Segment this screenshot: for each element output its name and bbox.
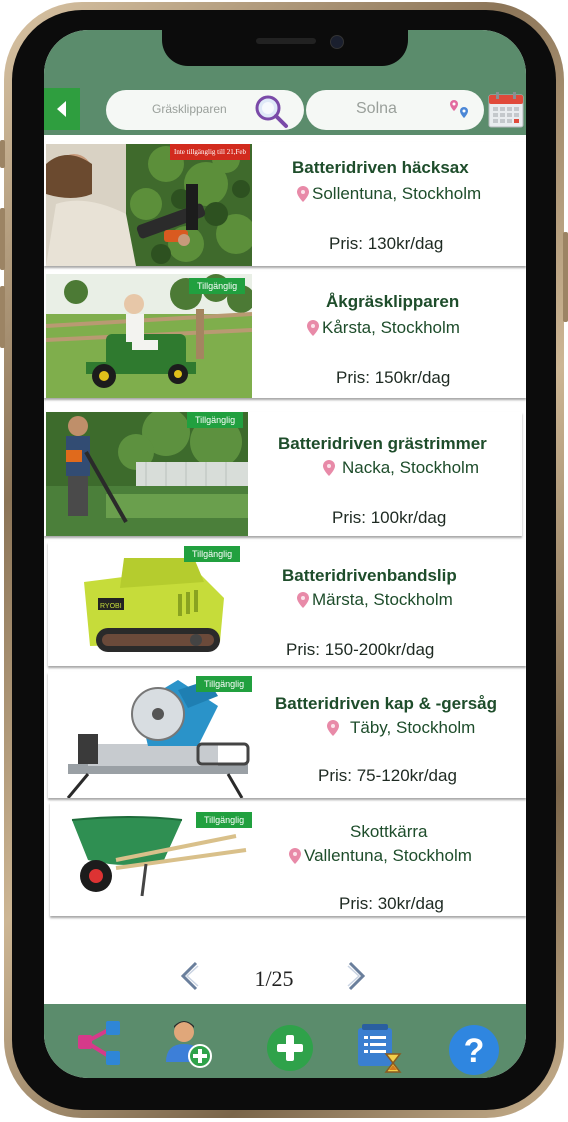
add-user-icon[interactable]	[164, 1018, 214, 1068]
availability-badge: Tillgänglig	[184, 546, 241, 562]
svg-text:RYOBI: RYOBI	[100, 603, 122, 610]
availability-badge: Tillgänglig	[187, 412, 244, 428]
listing-title[interactable]: Batteridrivenbandslip	[282, 566, 457, 586]
back-button[interactable]	[44, 88, 80, 130]
share-icon[interactable]	[76, 1020, 122, 1066]
listing-location-text: Sollentuna, Stockholm	[312, 184, 482, 203]
magnifier-icon[interactable]	[254, 94, 290, 130]
availability-badge: Inte tillgänglig till 21,Feb	[170, 144, 250, 160]
listing-location-text: Täby, Stockholm	[350, 718, 476, 737]
listing-location: Täby, Stockholm	[326, 718, 475, 738]
listing-image	[48, 674, 254, 798]
availability-badge: Tillgänglig	[196, 812, 253, 828]
chevron-right-icon[interactable]	[344, 960, 368, 992]
listing-card[interactable]: Tillgänglig Batteridriven kap & -gersåg …	[48, 672, 526, 798]
listing-title[interactable]: Batteridriven kap & -gersåg	[275, 694, 497, 714]
volume-up-button	[0, 208, 5, 270]
listing-card[interactable]: Tillgänglig Åkgräsklipparen Kårsta, Stoc…	[44, 272, 526, 398]
listing-title[interactable]: Åkgräsklipparen	[326, 292, 459, 312]
calendar-icon[interactable]	[488, 92, 524, 128]
listing-image	[46, 412, 248, 536]
listing-price: Pris: 150-200kr/dag	[286, 640, 435, 659]
listing-location: Nacka, Stockholm	[322, 458, 479, 478]
map-pin-icon	[297, 186, 309, 202]
volume-down-button	[0, 286, 5, 348]
listing-title[interactable]: Batteridriven häcksax	[292, 158, 469, 178]
pagination: 1/25	[44, 952, 526, 1012]
listing-title[interactable]: Skottkärra	[350, 822, 427, 842]
listing-location: Vallentuna, Stockholm	[288, 846, 472, 866]
bottom-nav: ?	[44, 1004, 526, 1078]
mute-switch	[0, 140, 5, 168]
map-pin-icon	[297, 592, 309, 608]
listing-location-text: Kårsta, Stockholm	[322, 318, 460, 337]
listing-location-text: Nacka, Stockholm	[342, 458, 479, 477]
arrow-left-icon	[57, 101, 66, 117]
availability-badge: Tillgänglig	[189, 278, 246, 294]
listing-card[interactable]: RYOBI Tillgänglig Batteridrivenbandslip …	[48, 542, 526, 666]
listing-card[interactable]: Tillgänglig Batteridriven grästrimmer Na…	[44, 412, 522, 536]
map-pins-icon	[450, 100, 468, 118]
listing-location: Sollentuna, Stockholm	[296, 184, 481, 204]
chevron-left-icon[interactable]	[178, 960, 202, 992]
listing-card[interactable]: Inte tillgänglig till 21,Feb Batteridriv…	[44, 142, 526, 266]
list-hourglass-icon[interactable]	[356, 1024, 404, 1074]
plus-icon[interactable]	[266, 1024, 314, 1072]
listing-card[interactable]: Tillgänglig Skottkärra Vallentuna, Stock…	[50, 802, 526, 916]
location-field[interactable]: Solna	[306, 90, 484, 130]
app-screen: Gräsklipparen Solna Inte tillgänglig til…	[44, 30, 526, 1078]
listing-location-text: Vallentuna, Stockholm	[304, 846, 472, 865]
listing-location: Kårsta, Stockholm	[306, 318, 460, 338]
speaker-grille	[256, 38, 316, 44]
search-field[interactable]: Gräsklipparen	[106, 90, 304, 130]
listing-image	[46, 144, 252, 266]
location-input[interactable]: Solna	[356, 100, 397, 118]
phone-notch	[162, 30, 408, 66]
listing-location: Märsta, Stockholm	[296, 590, 453, 610]
listing-price: Pris: 130kr/dag	[329, 234, 444, 253]
question-icon[interactable]: ?	[448, 1024, 500, 1076]
listing-price: Pris: 150kr/dag	[336, 368, 451, 387]
listing-location-text: Märsta, Stockholm	[312, 590, 453, 609]
svg-text:?: ?	[464, 1032, 485, 1070]
listing-price: Pris: 75-120kr/dag	[318, 766, 457, 785]
listing-title[interactable]: Batteridriven grästrimmer	[278, 434, 487, 454]
listing-price: Pris: 30kr/dag	[339, 894, 444, 913]
map-pin-icon	[307, 320, 319, 336]
availability-badge: Tillgänglig	[196, 676, 253, 692]
search-input[interactable]: Gräsklipparen	[152, 102, 227, 116]
page-indicator: 1/25	[254, 966, 294, 991]
map-pin-icon	[289, 848, 301, 864]
power-button	[563, 232, 568, 322]
listing-price: Pris: 100kr/dag	[332, 508, 447, 527]
front-camera	[330, 35, 344, 49]
map-pin-icon	[327, 720, 339, 736]
map-pin-icon	[323, 460, 335, 476]
